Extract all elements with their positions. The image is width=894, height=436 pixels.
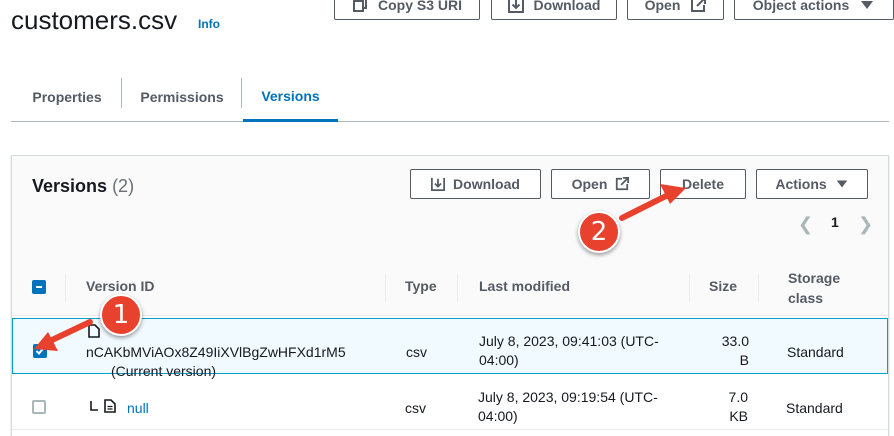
delete-label: Delete [681, 176, 725, 192]
copy-s3-uri-label: Copy S3 URI [377, 0, 462, 13]
size-value: 7.0 [728, 389, 748, 405]
versions-open-label: Open [571, 176, 608, 192]
versions-count: (2) [112, 176, 135, 196]
type-cell: csv [405, 400, 426, 416]
column-divider [65, 274, 66, 302]
size-unit: B [739, 352, 749, 368]
select-all-checkbox[interactable] [32, 280, 46, 294]
download-icon [431, 177, 446, 191]
versions-download-label: Download [453, 176, 520, 192]
size-cell: 7.0 KB [706, 388, 748, 426]
download-icon [507, 0, 524, 13]
annotation-step-1-badge: 1 [100, 294, 142, 336]
tree-branch-icon [90, 401, 98, 411]
column-header-version-id[interactable]: Version ID [86, 278, 154, 294]
storage-class-line2: class [788, 290, 824, 306]
column-header-storage-class[interactable]: Storage class [788, 268, 840, 308]
object-actions-button[interactable]: Object actions [734, 0, 894, 20]
page-title: customers.csv [11, 5, 178, 35]
annotation-step-2-badge: 2 [578, 211, 620, 253]
tab-permissions[interactable]: Permissions [131, 72, 233, 121]
versions-download-button[interactable]: Download [410, 169, 541, 199]
file-icon [88, 324, 100, 338]
column-header-type[interactable]: Type [405, 278, 437, 294]
row-checkbox[interactable] [33, 344, 47, 358]
external-link-icon [691, 0, 707, 12]
header-download-button[interactable]: Download [491, 0, 617, 20]
caret-down-icon [836, 180, 847, 188]
versions-actions-button[interactable]: Actions [756, 169, 868, 199]
current-page-number[interactable]: 1 [831, 214, 839, 230]
header-open-label: Open [644, 0, 681, 13]
last-modified-line2: 04:00) [479, 352, 519, 368]
version-id-link[interactable]: null [127, 399, 149, 418]
last-modified-line1: July 8, 2023, 09:19:54 (UTC- [478, 389, 658, 405]
versions-panel: Versions (2) Download Open Delete Action… [11, 155, 889, 436]
delete-button[interactable]: Delete [660, 169, 746, 199]
info-link[interactable]: Info [198, 17, 220, 31]
column-header-size[interactable]: Size [709, 278, 737, 294]
copy-s3-uri-button[interactable]: Copy S3 URI [334, 0, 480, 20]
header-open-button[interactable]: Open [627, 0, 724, 20]
copy-icon [352, 0, 367, 12]
checkmark-icon [35, 347, 45, 355]
versions-title-text: Versions [32, 176, 108, 196]
storage-class-cell: Standard [787, 344, 844, 360]
last-modified-line1: July 8, 2023, 09:41:03 (UTC- [479, 333, 659, 349]
column-divider [385, 274, 386, 302]
table-row[interactable]: nCAKbMViAOx8Z49IiXVlBgZwHFXd1rM5 (Curren… [12, 318, 888, 379]
versions-open-button[interactable]: Open [551, 169, 650, 199]
tab-divider [241, 78, 242, 108]
header-download-label: Download [533, 0, 601, 13]
file-icon [104, 399, 116, 413]
tab-divider [121, 78, 122, 108]
next-page-icon[interactable]: ❯ [858, 214, 873, 235]
object-actions-label: Object actions [752, 0, 850, 13]
external-link-icon [616, 177, 630, 191]
indeterminate-icon [36, 286, 42, 288]
column-header-last-modified[interactable]: Last modified [479, 278, 570, 294]
versions-table-header: Version ID Type Last modified Size Stora… [12, 260, 888, 316]
column-divider [758, 274, 759, 302]
object-tabs: Properties Permissions Versions [11, 72, 889, 122]
tab-properties[interactable]: Properties [21, 72, 113, 121]
size-unit: KB [729, 408, 748, 424]
last-modified-line2: 04:00) [478, 408, 518, 424]
size-cell: 33.0 B [707, 332, 749, 370]
last-modified-cell: July 8, 2023, 09:19:54 (UTC- 04:00) [478, 388, 658, 426]
storage-class-cell: Standard [786, 400, 843, 416]
column-divider [689, 274, 690, 302]
last-modified-cell: July 8, 2023, 09:41:03 (UTC- 04:00) [479, 332, 659, 370]
versions-title: Versions (2) [32, 176, 134, 197]
column-divider [457, 274, 458, 302]
tab-versions[interactable]: Versions [243, 72, 338, 122]
type-cell: csv [406, 344, 427, 360]
previous-page-icon[interactable]: ❮ [798, 214, 813, 235]
size-value: 33.0 [721, 333, 749, 349]
caret-down-icon [861, 1, 874, 9]
storage-class-line1: Storage [788, 270, 841, 286]
table-row[interactable]: null csv July 8, 2023, 09:19:54 (UTC- 04… [12, 374, 888, 430]
row-checkbox[interactable] [32, 400, 46, 414]
versions-actions-label: Actions [775, 176, 827, 192]
version-id-cell[interactable]: nCAKbMViAOx8Z49IiXVlBgZwHFXd1rM5 [86, 343, 346, 362]
